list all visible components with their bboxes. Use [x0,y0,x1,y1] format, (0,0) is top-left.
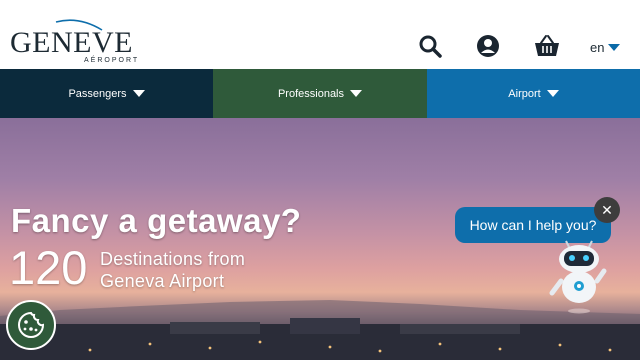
chatbot-robot-icon[interactable] [548,235,610,315]
hero-subtitle: Destinations from Geneva Airport [100,248,245,292]
geneve-airport-logo[interactable]: GENEVE AÉROPORT [10,19,137,66]
hero-subtitle-line-1: Destinations from [100,249,246,269]
chevron-down-icon [608,44,621,51]
main-navigation: Passengers Professionals Airport [0,69,640,118]
account-icon[interactable] [475,33,501,59]
nav-item-label: Airport [508,87,541,100]
chat-prompt-label: How can I help you? [469,217,597,233]
language-selector[interactable]: en [590,40,621,55]
hero-subtitle-line-2: Geneva Airport [100,271,225,291]
cookie-icon [18,311,45,338]
nav-item-label: Passengers [68,87,127,100]
chevron-down-icon [132,90,145,97]
search-icon[interactable] [417,33,443,59]
hero-title: Fancy a getaway? [11,202,302,239]
nav-item-professionals[interactable]: Professionals [213,69,427,118]
cookie-settings-button[interactable] [6,300,56,350]
language-label: en [590,40,605,55]
logo-wordmark: GENEVE [10,26,133,59]
site-header: GENEVE AÉROPORT en [0,0,640,69]
destinations-count: 120 [9,241,88,294]
chevron-down-icon [350,90,363,97]
chevron-down-icon [546,90,559,97]
nav-item-airport[interactable]: Airport [427,69,640,118]
basket-icon[interactable] [533,33,561,59]
close-icon[interactable]: ✕ [594,197,620,223]
nav-item-label: Professionals [277,87,345,100]
logo-subtitle: AÉROPORT [84,57,140,64]
nav-item-passengers[interactable]: Passengers [0,69,213,118]
